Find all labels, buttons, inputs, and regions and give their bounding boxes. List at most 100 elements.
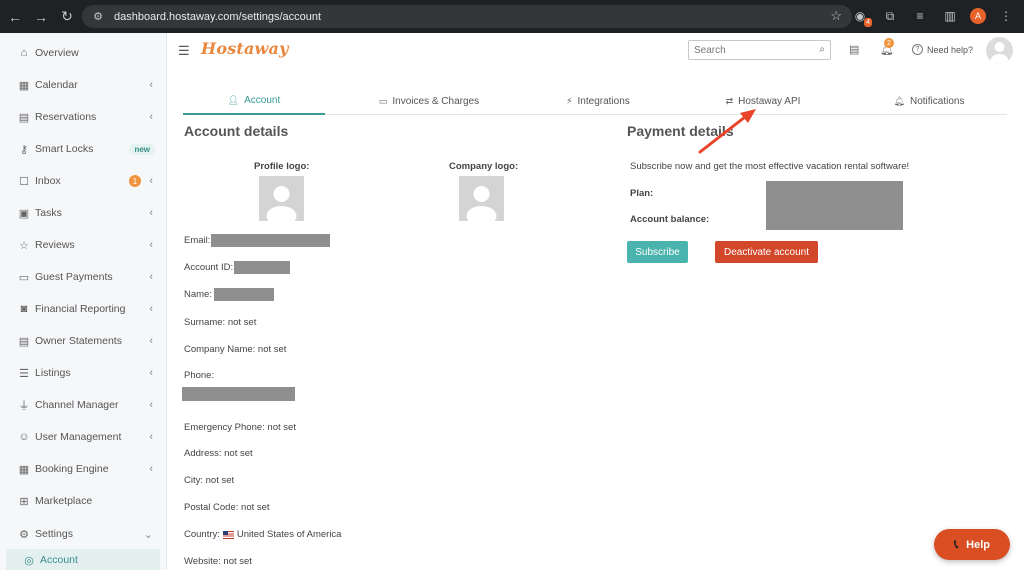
menu-kebab-icon[interactable]: ⋮ <box>996 6 1016 26</box>
sidebar-item-label: Inbox <box>35 175 61 187</box>
company-logo-placeholder[interactable] <box>459 176 504 221</box>
sidebar-item-owner-statements[interactable]: ▤ Owner Statements ‹ <box>0 329 167 353</box>
sidebar-item-label: Channel Manager <box>35 399 119 411</box>
puzzle-icon[interactable]: ⧉ <box>880 6 900 26</box>
sidebar-item-inbox[interactable]: ☐ Inbox 1 ‹ <box>0 169 167 193</box>
address-field: Address: not set <box>184 448 253 459</box>
email-redacted <box>211 234 331 247</box>
question-icon: ? <box>912 44 923 55</box>
sidebar-item-listings[interactable]: ☰ Listings ‹ <box>0 361 167 385</box>
media-icon[interactable]: ≡ <box>910 6 930 26</box>
sidebar-item-user-management[interactable]: ☺ User Management ‹ <box>0 425 167 449</box>
news-icon[interactable]: ▤ <box>849 43 859 56</box>
subscribe-button[interactable]: Subscribe <box>627 241 688 263</box>
star-icon: ☆ <box>19 239 29 252</box>
user-icon: 👤︎ <box>227 94 240 105</box>
surname-field: Surname: not set <box>184 317 257 328</box>
postal-code-field: Postal Code: not set <box>184 502 270 513</box>
chevron-left-icon: ‹ <box>149 367 153 379</box>
chevron-left-icon: ‹ <box>149 111 153 123</box>
sidebar-item-calendar[interactable]: ▦ Calendar ‹ <box>0 73 167 97</box>
annotation-arrow <box>698 109 756 154</box>
sidebar-item-channel-manager[interactable]: ⏚ Channel Manager ‹ <box>0 393 167 417</box>
phone-label: Phone: <box>184 370 215 381</box>
sidebar-item-booking-engine[interactable]: ▦ Booking Engine ‹ <box>0 457 167 481</box>
hostaway-logo[interactable]: Hostaway <box>201 39 289 58</box>
bookmark-star-icon[interactable]: ☆ <box>830 8 842 24</box>
need-help-label: Need help? <box>927 44 974 55</box>
need-help-link[interactable]: ? Need help? <box>912 44 973 55</box>
company-logo-label: Company logo: <box>449 161 519 172</box>
sidebar-item-settings[interactable]: ⚙ Settings ⌄ <box>0 522 167 546</box>
extension-icon[interactable]: ◉ 4 <box>850 6 872 27</box>
sidebar-item-financial-reporting[interactable]: ◙ Financial Reporting ‹ <box>0 297 167 321</box>
tab-integrations[interactable]: ⚡︎ Integrations <box>543 87 653 115</box>
sidebar-subitem-label: Account <box>40 554 78 566</box>
hamburger-menu-icon[interactable]: ☰ <box>178 43 190 59</box>
sidebar-item-label: Settings <box>35 528 73 540</box>
chevron-left-icon: ‹ <box>149 175 153 187</box>
search-input[interactable] <box>689 41 804 59</box>
help-button[interactable]: 📞︎ Help <box>934 529 1010 560</box>
tab-notifications[interactable]: 🔔︎ Notifications <box>877 87 981 115</box>
tab-invoices-charges[interactable]: ▭ Invoices & Charges <box>359 87 499 115</box>
sidebar: ⌂ Overview ▦ Calendar ‹ ▤ Reservations ‹ ⚷ Sma… <box>0 33 167 570</box>
chevron-left-icon: ‹ <box>149 271 153 283</box>
user-icon: ☺ <box>18 431 30 443</box>
name-label: Name: <box>184 289 212 300</box>
sidebar-item-label: Reservations <box>35 111 97 123</box>
side-panel-icon[interactable]: ▥ <box>940 6 960 26</box>
chevron-left-icon: ‹ <box>149 207 153 219</box>
statement-icon: ▤ <box>18 335 30 348</box>
address-bar[interactable]: ⚙ dashboard.hostaway.com/settings/accoun… <box>82 5 852 28</box>
back-icon[interactable]: ← <box>4 6 26 28</box>
sidebar-item-reservations[interactable]: ▤ Reservations ‹ <box>0 105 167 129</box>
profile-logo-label: Profile logo: <box>254 161 310 172</box>
forward-icon[interactable]: → <box>30 6 52 28</box>
list-icon: ☰ <box>19 367 29 380</box>
settings-tabs: 👤︎ Account ▭ Invoices & Charges ⚡︎ Integrat… <box>183 87 1007 115</box>
plug-icon: ⚡︎ <box>566 95 573 106</box>
name-redacted <box>213 288 274 301</box>
city-field: City: not set <box>184 475 235 486</box>
calendar-check-icon: ▤ <box>18 111 30 124</box>
sidebar-item-label: Guest Payments <box>35 271 113 283</box>
sidebar-item-label: Smart Locks <box>35 143 94 155</box>
app-header: ☰ Hostaway ⌕ ▤ 🔔︎ 2 ? Need help? <box>168 33 1024 67</box>
profile-logo-placeholder[interactable] <box>259 176 304 221</box>
search-icon[interactable]: ⌕ <box>819 44 825 55</box>
avatar[interactable] <box>986 37 1013 64</box>
name-row: Name: <box>184 288 274 301</box>
site-info-icon[interactable]: ⚙ <box>90 9 106 25</box>
subscribe-promo-text: Subscribe now and get the most effective… <box>630 161 910 172</box>
sidebar-item-overview[interactable]: ⌂ Overview <box>0 41 167 65</box>
tab-label: Account <box>244 94 281 106</box>
account-details-title: Account details <box>184 123 289 139</box>
us-flag-icon <box>222 530 234 539</box>
search-box: ⌕ <box>688 40 831 60</box>
sidebar-item-label: Financial Reporting <box>35 303 126 315</box>
sidebar-item-smart-locks[interactable]: ⚷ Smart Locks new <box>0 137 167 161</box>
inbox-count-badge: 1 <box>129 175 141 187</box>
tab-account[interactable]: 👤︎ Account <box>183 87 325 115</box>
chevron-left-icon: ‹ <box>149 303 153 315</box>
sidebar-item-tasks[interactable]: ▣ Tasks ‹ <box>0 201 167 225</box>
deactivate-account-button[interactable]: Deactivate account <box>715 241 818 263</box>
briefcase-icon: ▣ <box>18 207 30 220</box>
account-balance-label: Account balance: <box>630 214 710 225</box>
sidebar-item-marketplace[interactable]: ⊞ Marketplace <box>0 489 167 513</box>
new-badge: new <box>129 143 155 155</box>
home-icon: ⌂ <box>20 47 28 59</box>
plan-balance-redacted <box>766 181 903 230</box>
plug-icon: ⏚ <box>18 400 30 412</box>
sidebar-subitem-account[interactable]: ◎ Account <box>6 549 160 570</box>
chevron-left-icon: ‹ <box>149 463 153 475</box>
chevron-left-icon: ‹ <box>149 335 153 347</box>
sidebar-item-guest-payments[interactable]: ▭ Guest Payments ‹ <box>0 265 167 289</box>
email-row: Email: <box>184 234 331 247</box>
sidebar-item-reviews[interactable]: ☆ Reviews ‹ <box>0 233 167 257</box>
country-row: Country: United States of America <box>184 529 341 540</box>
sidebar-item-label: Marketplace <box>35 495 93 507</box>
reload-icon[interactable]: ↻ <box>56 6 78 28</box>
browser-profile-avatar[interactable]: A <box>970 8 986 24</box>
